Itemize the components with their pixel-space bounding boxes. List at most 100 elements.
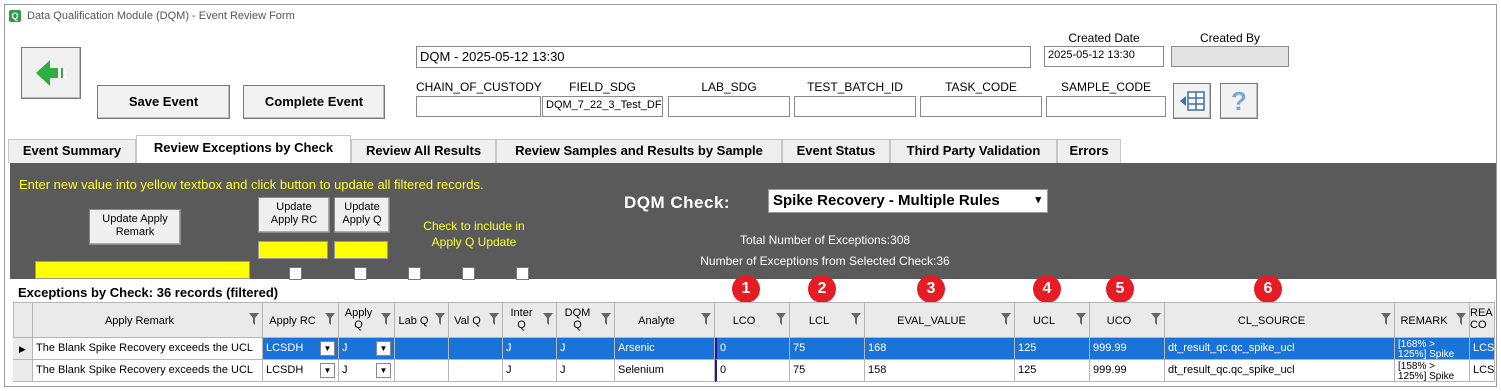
cell-apply-remark[interactable]: The Blank Spike Recovery exceeds the UCL xyxy=(33,360,263,382)
cell-apply-q[interactable]: J ▼ xyxy=(339,360,395,382)
col-eval-value[interactable]: EVAL_VALUE xyxy=(865,302,1015,338)
dropdown-arrow-icon[interactable]: ▼ xyxy=(320,363,335,378)
tab-event-status[interactable]: Event Status xyxy=(782,139,890,163)
tab-review-all-results[interactable]: Review All Results xyxy=(351,139,496,163)
cell-remark[interactable]: [158% > 125%] Spike xyxy=(1395,360,1470,382)
grid-layout-button[interactable] xyxy=(1173,83,1211,119)
cell-eval-value[interactable]: 168 xyxy=(865,338,1015,360)
cell-reason-code[interactable]: LCS xyxy=(1470,338,1495,360)
cell-cl-source[interactable]: dt_result_qc.qc_spike_ucl xyxy=(1165,338,1395,360)
dqm-check-select[interactable]: Spike Recovery - Multiple Rules ▾ xyxy=(768,189,1048,213)
event-name-field[interactable]: DQM - 2025-05-12 13:30 xyxy=(416,46,1031,68)
filter-icon xyxy=(1381,313,1391,325)
tab-third-party-validation[interactable]: Third Party Validation xyxy=(890,139,1057,163)
cell-dqm-q[interactable]: J xyxy=(557,338,615,360)
cell-lcl[interactable]: 75 xyxy=(790,338,865,360)
dropdown-arrow-icon[interactable]: ▼ xyxy=(320,341,335,356)
col-cl-source[interactable]: CL_SOURCE xyxy=(1165,302,1395,338)
cell-apply-remark[interactable]: The Blank Spike Recovery exceeds the UCL xyxy=(33,338,263,360)
field-sdg-field[interactable]: DQM_7_22_3_Test_DF xyxy=(542,96,663,117)
created-by-field[interactable] xyxy=(1171,46,1289,67)
cell-dqm-q[interactable]: J xyxy=(557,360,615,382)
table-row[interactable]: ▶ The Blank Spike Recovery exceeds the U… xyxy=(13,338,1495,360)
col-apply-q[interactable]: Apply Q xyxy=(339,302,395,338)
save-event-button[interactable]: Save Event xyxy=(97,85,230,119)
cell-val-q[interactable] xyxy=(449,338,503,360)
cell-eval-value[interactable]: 158 xyxy=(865,360,1015,382)
col-reason-code[interactable]: REA CO xyxy=(1470,302,1495,338)
update-apply-q-button[interactable]: Update Apply Q xyxy=(334,197,390,233)
cell-uco[interactable]: 999.99 xyxy=(1090,338,1165,360)
cell-reason-code[interactable]: LCS xyxy=(1470,360,1495,382)
dropdown-arrow-icon[interactable]: ▼ xyxy=(376,341,391,356)
cell-ucl[interactable]: 125 xyxy=(1015,338,1090,360)
col-lab-q-label: Lab Q xyxy=(398,315,429,327)
tab-review-samples-and-results[interactable]: Review Samples and Results by Sample xyxy=(496,139,782,163)
cell-analyte[interactable]: Arsenic xyxy=(615,338,715,360)
col-uco[interactable]: UCO xyxy=(1090,302,1165,338)
cell-inter-q[interactable]: J xyxy=(503,360,557,382)
include-checkbox-2[interactable] xyxy=(354,267,367,280)
filter-icon xyxy=(1076,313,1086,325)
cell-lco[interactable]: 0 xyxy=(715,360,790,382)
cell-remark[interactable]: [168% > 125%] Spike xyxy=(1395,338,1470,360)
complete-event-button[interactable]: Complete Event xyxy=(243,85,385,119)
include-checkbox-1[interactable] xyxy=(289,267,302,280)
help-button[interactable]: ? xyxy=(1220,83,1258,119)
test-batch-id-field[interactable] xyxy=(794,96,916,117)
include-checkbox-3[interactable] xyxy=(408,267,421,280)
apply-rc-input[interactable] xyxy=(258,241,328,259)
tab-review-exceptions-by-check[interactable]: Review Exceptions by Check xyxy=(136,135,351,163)
cell-uco[interactable]: 999.99 xyxy=(1090,360,1165,382)
title-bar: Q Data Qualification Module (DQM) - Even… xyxy=(5,5,1496,27)
filter-icon xyxy=(851,313,861,325)
tab-event-summary[interactable]: Event Summary xyxy=(8,139,136,163)
cell-analyte[interactable]: Selenium xyxy=(615,360,715,382)
cell-apply-q[interactable]: J ▼ xyxy=(339,338,395,360)
col-apply-remark[interactable]: Apply Remark xyxy=(33,302,263,338)
col-analyte[interactable]: Analyte xyxy=(615,302,715,338)
col-dqm-q-label: DQM Q xyxy=(564,307,591,331)
cell-inter-q[interactable]: J xyxy=(503,338,557,360)
cell-ucl[interactable]: 125 xyxy=(1015,360,1090,382)
chevron-down-icon: ▾ xyxy=(1035,194,1041,206)
apply-remark-input[interactable] xyxy=(35,261,250,279)
task-code-field[interactable] xyxy=(920,96,1042,117)
cell-lcl[interactable]: 75 xyxy=(790,360,865,382)
cell-val-q[interactable] xyxy=(449,360,503,382)
back-button[interactable] xyxy=(21,47,81,99)
col-apply-remark-label: Apply Remark xyxy=(104,315,175,327)
filter-icon xyxy=(1001,313,1011,325)
col-dqm-q[interactable]: DQM Q xyxy=(557,302,615,338)
cell-lab-q[interactable] xyxy=(395,338,449,360)
update-apply-rc-button[interactable]: Update Apply RC xyxy=(258,197,330,233)
col-ucl-label: UCL xyxy=(1032,315,1055,327)
row-selector[interactable] xyxy=(13,360,33,382)
apply-q-input[interactable] xyxy=(334,241,388,259)
sample-code-field[interactable] xyxy=(1046,96,1166,117)
update-apply-remark-button[interactable]: Update Apply Remark xyxy=(89,209,181,245)
table-row[interactable]: The Blank Spike Recovery exceeds the UCL… xyxy=(13,360,1495,382)
col-lco[interactable]: LCO xyxy=(715,302,790,338)
col-apply-rc[interactable]: Apply RC xyxy=(263,302,339,338)
dropdown-arrow-icon[interactable]: ▼ xyxy=(376,363,391,378)
col-lab-q[interactable]: Lab Q xyxy=(395,302,449,338)
include-checkbox-5[interactable] xyxy=(516,267,529,280)
created-date-field[interactable]: 2025-05-12 13:30 xyxy=(1044,46,1164,67)
chain-of-custody-field[interactable] xyxy=(416,96,541,117)
include-checkbox-4[interactable] xyxy=(462,267,475,280)
col-val-q[interactable]: Val Q xyxy=(449,302,503,338)
cell-lco[interactable]: 0 xyxy=(715,338,790,360)
col-remark[interactable]: REMARK xyxy=(1395,302,1470,338)
col-ucl[interactable]: UCL xyxy=(1015,302,1090,338)
col-inter-q[interactable]: Inter Q xyxy=(503,302,557,338)
tab-errors[interactable]: Errors xyxy=(1057,139,1121,163)
cell-lab-q[interactable] xyxy=(395,360,449,382)
col-lcl[interactable]: LCL xyxy=(790,302,865,338)
col-remark-label: REMARK xyxy=(1400,315,1448,327)
cell-apply-rc[interactable]: LCSDH ▼ xyxy=(263,360,339,382)
cell-apply-rc[interactable]: LCSDH ▼ xyxy=(263,338,339,360)
cell-cl-source[interactable]: dt_result_qc.qc_spike_ucl xyxy=(1165,360,1395,382)
lab-sdg-field[interactable] xyxy=(668,96,790,117)
row-selected-indicator-icon[interactable]: ▶ xyxy=(13,338,33,360)
